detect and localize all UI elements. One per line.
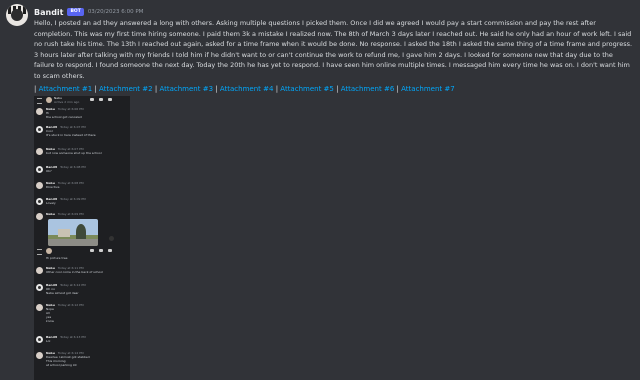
screenshot-attachment[interactable]: Nebu Active 2 min ago Nebu Today at 6:06 P… (34, 96, 130, 380)
chat-header-repeat (34, 247, 130, 255)
photo-tree (76, 224, 86, 240)
bandit-avatar[interactable] (6, 4, 28, 26)
author-name[interactable]: Bandit (34, 8, 63, 17)
message-header: Bandit BOT 03/20/2023 6:00 PM (34, 6, 143, 18)
bandit-avatar (36, 284, 43, 291)
nebu-avatar (36, 267, 43, 274)
attachment-link-5[interactable]: Attachment #5 (280, 85, 334, 93)
members-icon[interactable] (108, 98, 112, 101)
attachment-link-3[interactable]: Attachment #3 (159, 85, 213, 93)
back-arrow-icon[interactable] (37, 98, 42, 104)
contact-name: Nebu Active 2 min ago (54, 96, 80, 104)
photo-house (58, 229, 70, 237)
chevron-down-icon[interactable] (109, 236, 114, 241)
attachment-link-6[interactable]: Attachment #6 (341, 85, 395, 93)
contact-avatar (46, 248, 52, 254)
message-line: 3 hours later after talking with my frie… (34, 50, 613, 59)
video-icon[interactable] (99, 98, 103, 101)
message-line: no rush take his time. The 13th I reache… (34, 40, 633, 48)
call-icon[interactable] (90, 98, 94, 101)
chat-header: Nebu Active 2 min ago (34, 96, 130, 104)
message-line: failure to respond. I found someone the … (34, 61, 630, 69)
message-content: Hello, I posted an ad they answered a lo… (34, 18, 634, 81)
photo-road (48, 239, 98, 246)
attachment-link-4[interactable]: Attachment #4 (220, 85, 274, 93)
nebu-avatar (36, 352, 43, 359)
attachment-links: | Attachment #1 | Attachment #2 | Attach… (34, 85, 455, 93)
nebu-avatar (36, 213, 43, 220)
nebu-avatar (36, 304, 43, 311)
message-line: Hello, I posted an ad they answered a lo… (34, 19, 596, 27)
nebu-avatar (36, 148, 43, 155)
bandit-avatar (36, 166, 43, 173)
members-icon[interactable] (108, 249, 112, 252)
attachment-link-1[interactable]: Attachment #1 (39, 85, 93, 93)
avatar-face (11, 9, 23, 21)
bandit-avatar (36, 198, 43, 205)
message-timestamp: 03/20/2023 6:00 PM (87, 9, 144, 15)
bot-badge: BOT (67, 8, 84, 16)
call-icon[interactable] (90, 249, 94, 252)
message: Bandit BOT 03/20/2023 6:00 PM Hello, I p… (0, 0, 640, 380)
shared-photo[interactable] (48, 219, 98, 246)
message-line: completion. This was my first time hirin… (34, 29, 632, 38)
back-arrow-icon[interactable] (37, 249, 42, 255)
nebu-avatar (36, 182, 43, 189)
message-line: to scam others. (34, 71, 85, 80)
bandit-avatar (36, 126, 43, 133)
nebu-avatar (36, 108, 43, 115)
video-icon[interactable] (99, 249, 103, 252)
contact-avatar (46, 97, 52, 103)
attachment-link-7[interactable]: Attachment #7 (401, 85, 455, 93)
bandit-avatar (36, 336, 43, 343)
attachment-link-2[interactable]: Attachment #2 (99, 85, 153, 93)
